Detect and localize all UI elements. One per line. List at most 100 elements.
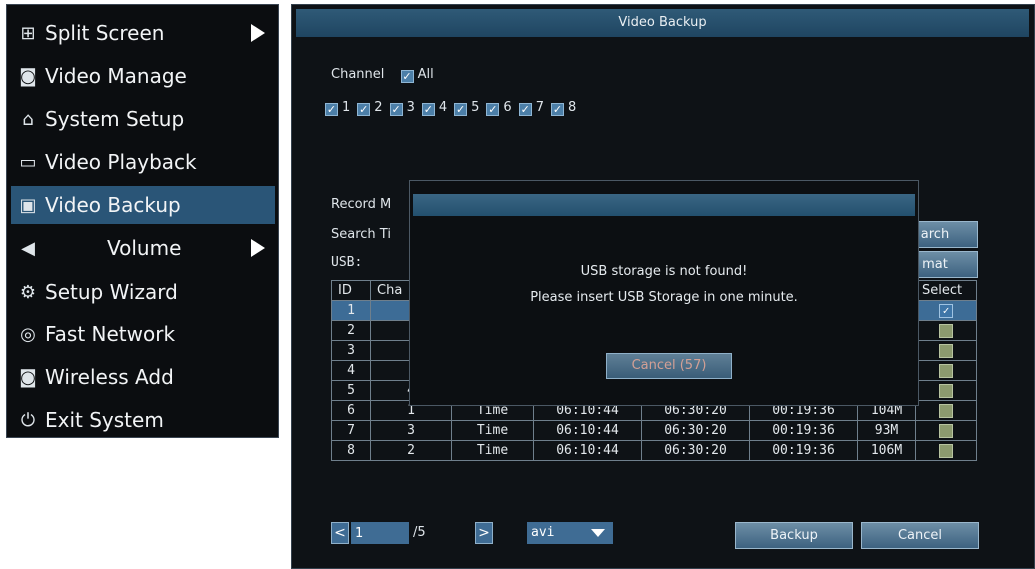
backup-button[interactable]: Backup	[735, 522, 853, 549]
prev-page-button[interactable]: <	[331, 522, 349, 544]
menu-item-split-screen[interactable]: ⊞ Split Screen	[11, 14, 275, 52]
cell-channel: 2	[370, 440, 452, 461]
menu-item-label: Exit System	[45, 408, 164, 432]
channel-number: 3	[406, 100, 415, 115]
cancel-button[interactable]: Cancel	[861, 522, 979, 549]
dialog-message-line2: Please insert USB Storage in one minute.	[530, 290, 798, 305]
cell-duration: 00:19:36	[749, 420, 858, 441]
menu-item-setup-wizard[interactable]: ⚙ Setup Wizard	[11, 273, 275, 311]
channel-checkbox-2[interactable]: ✓ 2	[357, 100, 383, 116]
cell-start: 06:10:44	[533, 420, 642, 441]
cell-id: 5	[331, 380, 371, 401]
column-header-select: Select	[915, 280, 977, 301]
cell-duration: 00:19:36	[749, 440, 858, 461]
speaker-icon: ◀	[21, 237, 35, 259]
channel-checkbox-7[interactable]: ✓ 7	[518, 100, 544, 116]
channel-checkbox-list: ✓ 1 ✓ 2 ✓ 3 ✓ 4 ✓ 5 ✓ 6 ✓ 7 ✓ 8	[325, 100, 583, 116]
camera-icon: ◙	[19, 65, 37, 87]
channel-number: 8	[567, 100, 577, 115]
channel-number: 4	[438, 100, 448, 115]
cell-select	[915, 400, 977, 421]
all-channels-label: All	[417, 67, 434, 82]
menu-item-label: System Setup	[45, 107, 185, 131]
submenu-arrow-icon	[251, 239, 265, 257]
dialog-title-bar	[413, 194, 915, 216]
window-title: Video Backup	[296, 9, 1029, 37]
menu-item-label: Video Playback	[45, 150, 197, 174]
cell-id: 3	[331, 340, 371, 361]
channel-checkbox-4[interactable]: ✓ 4	[421, 100, 448, 116]
dialog-message-line1: USB storage is not found!	[580, 264, 748, 279]
cell-id: 7	[331, 420, 371, 441]
checkbox-checked-icon: ✓	[421, 103, 435, 116]
cell-id: 1	[331, 300, 371, 321]
cell-size: 106M	[857, 440, 916, 461]
cell-select: ✓	[915, 300, 977, 321]
menu-item-label: Setup Wizard	[45, 280, 178, 304]
channel-checkbox-5[interactable]: ✓ 5	[454, 100, 479, 116]
menu-item-system-setup[interactable]: ⌂ System Setup	[11, 100, 275, 138]
menu-item-label: Split Screen	[45, 21, 165, 45]
cell-select	[915, 380, 977, 401]
submenu-arrow-icon	[251, 24, 265, 42]
dialog-cancel-button[interactable]: Cancel (57)	[606, 353, 732, 379]
home-icon: ⌂	[22, 108, 34, 130]
row-select-checkbox[interactable]	[939, 343, 953, 358]
page-number-input[interactable]	[351, 522, 409, 544]
menu-item-video-manage[interactable]: ◙ Video Manage	[11, 57, 275, 95]
row-select-checkbox[interactable]	[939, 423, 953, 438]
channel-number: 2	[374, 100, 383, 115]
search-time-label: Search Ti	[331, 227, 391, 242]
menu-item-exit-system[interactable]: ⏻ Exit System	[11, 401, 275, 439]
channel-label: Channel	[331, 67, 385, 82]
record-mode-label: Record M	[331, 197, 392, 212]
cell-id: 4	[331, 360, 371, 381]
file-format-select[interactable]: avi	[527, 522, 613, 544]
menu-item-volume[interactable]: ◀ Volume	[11, 229, 275, 267]
floppy-icon: ▣	[19, 194, 37, 216]
cell-type: Time	[451, 440, 534, 461]
all-channels-checkbox[interactable]: ✓	[400, 70, 414, 83]
cell-channel: 3	[370, 420, 452, 441]
cell-select	[915, 340, 977, 361]
channel-number: 6	[503, 100, 512, 115]
menu-item-wireless-add[interactable]: ◙ Wireless Add	[11, 358, 275, 396]
cell-id: 2	[331, 320, 371, 341]
menu-item-video-playback[interactable]: ▭ Video Playback	[11, 143, 275, 181]
power-icon: ⏻	[20, 409, 36, 431]
menu-item-label: Video Backup	[45, 193, 181, 217]
menu-item-label: Fast Network	[45, 322, 176, 346]
grid-icon: ⊞	[20, 22, 36, 44]
camera-icon: ◙	[19, 366, 37, 388]
usb-label: USB:	[331, 255, 363, 270]
row-select-checkbox[interactable]: ✓	[939, 303, 953, 318]
channel-checkbox-8[interactable]: ✓ 8	[550, 100, 577, 116]
cell-start: 06:10:44	[533, 440, 642, 461]
next-page-button[interactable]: >	[475, 522, 493, 544]
row-select-checkbox[interactable]	[939, 403, 953, 418]
cell-select	[915, 320, 977, 341]
channel-checkbox-1[interactable]: ✓ 1	[325, 100, 350, 116]
row-select-checkbox[interactable]	[939, 363, 953, 378]
menu-item-fast-network[interactable]: ◎ Fast Network	[11, 315, 275, 353]
chevron-down-icon	[591, 529, 605, 537]
channel-checkbox-6[interactable]: ✓ 6	[486, 100, 512, 116]
row-select-checkbox[interactable]	[939, 383, 953, 398]
film-icon: ▭	[19, 151, 37, 173]
menu-item-label: Volume	[107, 236, 182, 260]
checkbox-checked-icon: ✓	[454, 103, 468, 116]
cell-end: 06:30:20	[641, 420, 750, 441]
table-row[interactable]: 8 2 Time 06:10:44 06:30:20 00:19:36 106M	[331, 440, 977, 461]
checkbox-checked-icon: ✓	[550, 103, 564, 116]
channel-checkbox-3[interactable]: ✓ 3	[389, 100, 415, 116]
column-header-id: ID	[331, 280, 371, 301]
file-format-value: avi	[531, 525, 555, 540]
cell-select	[915, 440, 977, 461]
row-select-checkbox[interactable]	[939, 323, 953, 338]
cell-end: 06:30:20	[641, 440, 750, 461]
cell-select	[915, 360, 977, 381]
menu-item-video-backup[interactable]: ▣ Video Backup	[11, 186, 275, 224]
row-select-checkbox[interactable]	[939, 443, 953, 458]
table-row[interactable]: 7 3 Time 06:10:44 06:30:20 00:19:36 93M	[331, 420, 977, 441]
checkbox-checked-icon: ✓	[357, 103, 371, 116]
